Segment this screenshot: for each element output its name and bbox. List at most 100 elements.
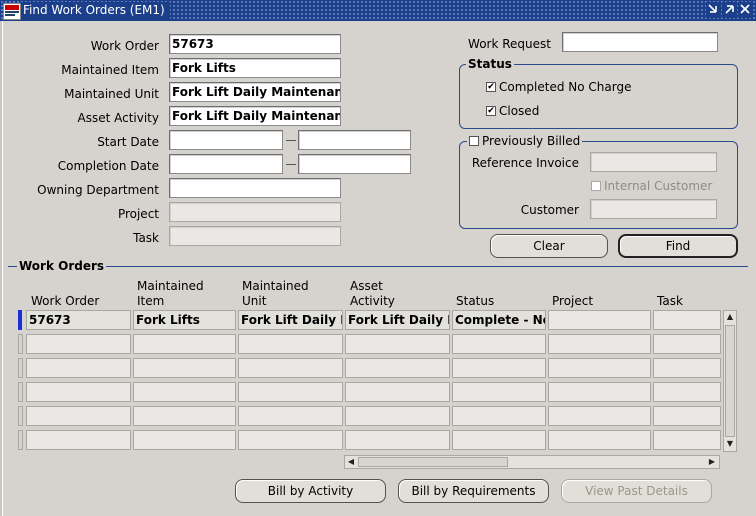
table-cell[interactable]	[345, 406, 450, 426]
table-cell[interactable]: Complete - No	[452, 310, 546, 330]
record-indicator[interactable]	[18, 430, 23, 450]
table-cell[interactable]	[26, 430, 131, 450]
scroll-right-icon[interactable]: ▶	[707, 457, 717, 467]
closed-checkbox[interactable]: ✔	[486, 106, 496, 116]
table-cell[interactable]	[653, 430, 721, 450]
table-cell[interactable]	[452, 406, 546, 426]
table-cell[interactable]	[345, 382, 450, 402]
table-cell[interactable]	[238, 334, 343, 354]
owning-department-field[interactable]	[169, 178, 341, 198]
horizontal-scroll-thumb[interactable]	[358, 457, 508, 467]
previously-billed-label[interactable]: Previously Billed	[482, 134, 580, 148]
completion-date-to-field[interactable]	[298, 154, 411, 174]
record-indicator[interactable]	[18, 406, 23, 426]
table-cell[interactable]	[26, 334, 131, 354]
table-cell[interactable]	[26, 358, 131, 378]
table-cell[interactable]	[345, 430, 450, 450]
record-indicator[interactable]	[18, 358, 23, 378]
table-cell[interactable]	[653, 310, 721, 330]
table-cell[interactable]	[548, 382, 651, 402]
vertical-scrollbar[interactable]: ▲ ▼	[723, 310, 737, 452]
table-cell[interactable]	[548, 334, 651, 354]
table-cell[interactable]	[133, 430, 236, 450]
task-field[interactable]	[169, 226, 341, 246]
column-header-maintained-item: Maintained Item	[137, 279, 204, 308]
maximize-icon[interactable]	[722, 2, 736, 18]
completion-date-from-field[interactable]	[169, 154, 283, 174]
table-cell[interactable]	[548, 358, 651, 378]
customer-field[interactable]	[590, 199, 717, 219]
table-cell[interactable]	[238, 406, 343, 426]
clear-button[interactable]: Clear	[490, 234, 608, 258]
current-record-indicator[interactable]	[18, 310, 22, 330]
table-cell[interactable]	[238, 430, 343, 450]
start-date-from-field[interactable]	[169, 130, 283, 150]
scroll-left-icon[interactable]: ◀	[346, 457, 356, 467]
scroll-down-icon[interactable]: ▼	[725, 439, 735, 449]
table-cell[interactable]	[26, 382, 131, 402]
scroll-up-icon[interactable]: ▲	[725, 312, 735, 322]
table-cell[interactable]	[345, 358, 450, 378]
record-indicator[interactable]	[18, 382, 23, 402]
table-cell[interactable]: Fork Lift Daily M	[345, 310, 450, 330]
table-cell[interactable]	[452, 334, 546, 354]
table-cell[interactable]	[26, 406, 131, 426]
table-cell[interactable]: Fork Lift Daily M	[238, 310, 343, 330]
work-order-field[interactable]: 57673	[169, 34, 341, 54]
table-cell[interactable]	[345, 334, 450, 354]
maintained-unit-field[interactable]: Fork Lift Daily Maintenance	[169, 82, 341, 102]
table-cell[interactable]	[133, 358, 236, 378]
table-cell[interactable]	[548, 430, 651, 450]
check-icon: ✔	[487, 82, 495, 92]
window-left-border	[0, 21, 3, 516]
completed-no-charge-checkbox[interactable]: ✔	[486, 82, 496, 92]
table-cell[interactable]	[452, 430, 546, 450]
work-request-field[interactable]	[562, 32, 718, 52]
view-past-details-button[interactable]: View Past Details	[561, 479, 712, 503]
table-cell[interactable]	[653, 382, 721, 402]
internal-customer-checkbox[interactable]	[591, 181, 601, 191]
minimize-icon[interactable]	[706, 2, 720, 18]
table-cell[interactable]: 57673	[26, 310, 131, 330]
reference-invoice-field[interactable]	[590, 152, 717, 172]
maintained-item-field[interactable]: Fork Lifts	[169, 58, 341, 78]
owning-department-label: Owning Department	[37, 183, 159, 197]
table-cell[interactable]	[653, 406, 721, 426]
project-field[interactable]	[169, 202, 341, 222]
close-icon[interactable]	[738, 2, 752, 18]
table-cell[interactable]	[653, 334, 721, 354]
title-bar[interactable]: Find Work Orders (EM1)	[0, 0, 756, 21]
maintained-unit-label: Maintained Unit	[64, 87, 159, 101]
completed-no-charge-label[interactable]: Completed No Charge	[499, 80, 631, 94]
table-cell[interactable]	[133, 382, 236, 402]
table-cell[interactable]	[452, 382, 546, 402]
horizontal-scrollbar[interactable]: ◀ ▶	[344, 455, 720, 469]
column-header-task: Task	[657, 294, 683, 308]
bill-by-activity-button[interactable]: Bill by Activity	[235, 479, 386, 503]
internal-customer-label[interactable]: Internal Customer	[604, 179, 712, 193]
table-cell[interactable]	[548, 310, 651, 330]
previously-billed-legend: Previously Billed	[467, 134, 583, 148]
start-date-to-field[interactable]	[298, 130, 411, 150]
record-indicator[interactable]	[18, 334, 23, 354]
table-cell[interactable]: Fork Lifts	[133, 310, 236, 330]
start-date-label: Start Date	[97, 135, 159, 149]
table-cell[interactable]	[548, 406, 651, 426]
table-cell[interactable]	[238, 358, 343, 378]
date-range-dash	[286, 164, 296, 165]
bill-by-requirements-button[interactable]: Bill by Requirements	[398, 479, 549, 503]
table-cell[interactable]	[238, 382, 343, 402]
table-cell[interactable]	[653, 358, 721, 378]
table-cell[interactable]	[452, 358, 546, 378]
previously-billed-checkbox[interactable]	[469, 136, 479, 146]
table-cell[interactable]	[133, 334, 236, 354]
work-orders-section-title: Work Orders	[17, 259, 107, 273]
column-header-asset-activity: Asset Activity	[350, 279, 395, 308]
asset-activity-field[interactable]: Fork Lift Daily Maintenance	[169, 106, 341, 126]
table-cell[interactable]	[133, 406, 236, 426]
find-button[interactable]: Find	[618, 234, 738, 258]
closed-label[interactable]: Closed	[499, 104, 539, 118]
vertical-scroll-thumb[interactable]	[725, 325, 735, 437]
app-icon	[3, 3, 21, 20]
reference-invoice-label: Reference Invoice	[471, 156, 579, 170]
